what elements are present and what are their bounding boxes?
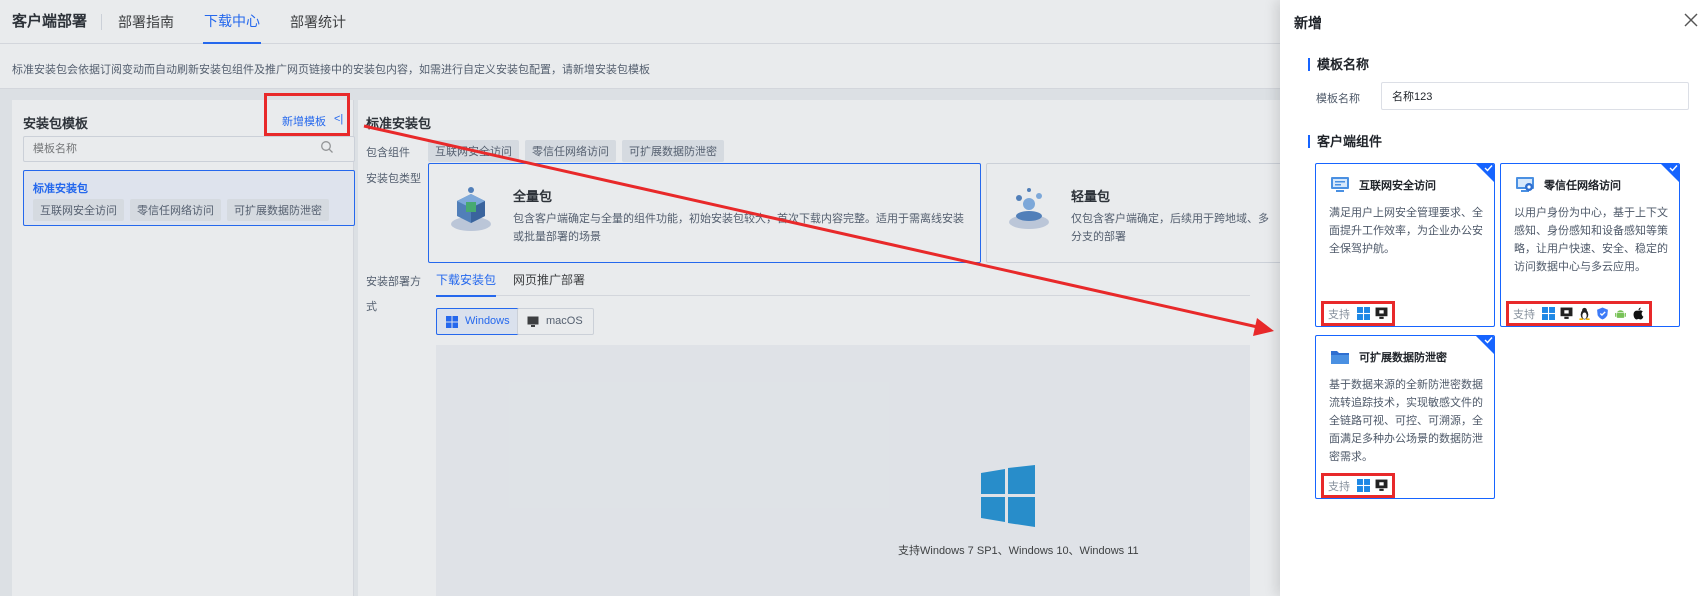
- section-template-name: 模板名称: [1308, 58, 1369, 71]
- platform-support-row: 支持: [1506, 301, 1652, 326]
- support-label: 支持: [1328, 308, 1350, 321]
- windows-icon: [1357, 307, 1370, 320]
- component-card-name: 零信任网络访问: [1544, 180, 1621, 192]
- component-card-internet-access[interactable]: 互联网安全访问 满足用户上网安全管理要求、全面提升工作效率，为企业办公安全保驾护…: [1315, 163, 1495, 327]
- desktop-icon: [1375, 307, 1388, 319]
- desktop-icon: [1375, 479, 1388, 491]
- shield-icon: [1597, 307, 1608, 320]
- desktop-icon: [1560, 307, 1573, 319]
- monitor-shield-icon: [1331, 177, 1349, 192]
- platform-support-row: 支持: [1321, 473, 1395, 498]
- template-name-label: 模板名称: [1316, 93, 1360, 105]
- folder-icon: [1331, 351, 1349, 364]
- platform-support-row: 支持: [1321, 301, 1395, 326]
- annotation-highlight-box: [264, 93, 350, 136]
- linux-icon: [1579, 307, 1590, 320]
- component-card-desc: 基于数据来源的全新防泄密数据流转追踪技术，实现敏感文件的全链路可视、可控、可溯源…: [1329, 379, 1483, 463]
- check-icon: [1484, 165, 1493, 172]
- apple-icon: [1633, 307, 1644, 320]
- section-client-components: 客户端组件: [1308, 135, 1382, 148]
- android-icon: [1615, 310, 1626, 318]
- component-card-zero-trust[interactable]: 零信任网络访问 以用户身份为中心，基于上下文感知、身份感知和设备感知等策略，让用…: [1500, 163, 1680, 327]
- windows-icon: [1542, 307, 1555, 320]
- component-card-name: 可扩展数据防泄密: [1359, 352, 1447, 364]
- component-card-desc: 以用户身份为中心，基于上下文感知、身份感知和设备感知等策略，让用户快速、安全、稳…: [1514, 207, 1668, 273]
- component-card-name: 互联网安全访问: [1359, 180, 1436, 192]
- windows-icon: [1357, 479, 1370, 492]
- monitor-network-icon: [1516, 177, 1534, 192]
- check-icon: [1484, 337, 1493, 344]
- drawer-title: 新增: [1294, 15, 1322, 31]
- close-icon[interactable]: [1683, 12, 1699, 28]
- check-icon: [1669, 165, 1678, 172]
- support-label: 支持: [1328, 480, 1350, 493]
- support-label: 支持: [1513, 308, 1535, 321]
- add-template-drawer: 新增 模板名称 模板名称 客户端组件 互联网安全访问 满足用户上网安全管理要求、…: [1280, 0, 1705, 596]
- component-card-desc: 满足用户上网安全管理要求、全面提升工作效率，为企业办公安全保驾护航。: [1329, 207, 1483, 255]
- component-card-data-leakage-prevention[interactable]: 可扩展数据防泄密 基于数据来源的全新防泄密数据流转追踪技术，实现敏感文件的全链路…: [1315, 335, 1495, 499]
- template-name-input[interactable]: [1381, 82, 1689, 110]
- modal-overlay[interactable]: [0, 0, 1280, 596]
